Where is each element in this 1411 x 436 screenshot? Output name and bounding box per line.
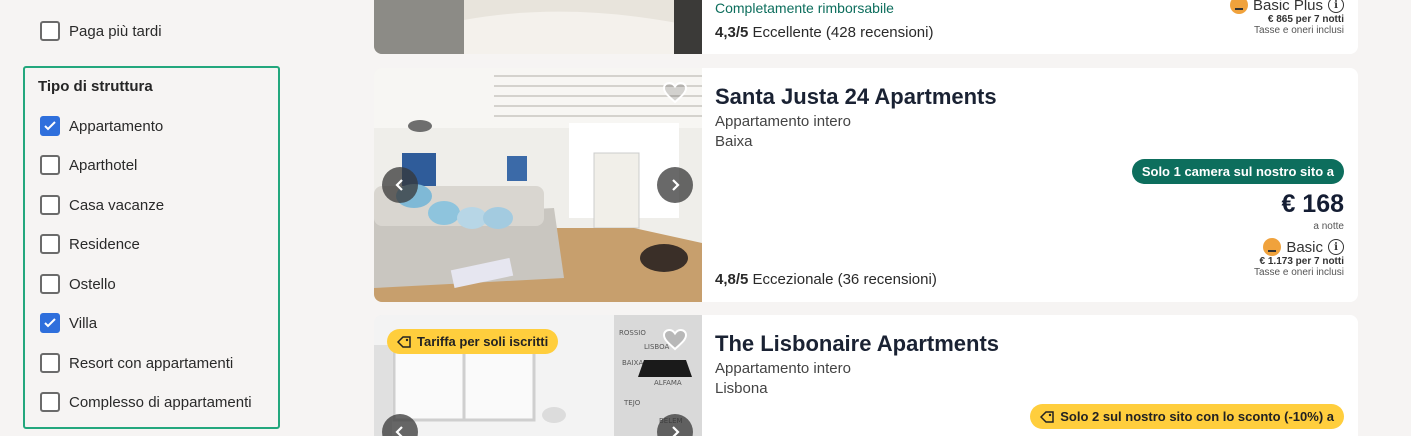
checkbox[interactable] [40, 392, 60, 412]
chevron-left-icon [395, 426, 403, 436]
refund-note: Completamente rimborsabile [715, 0, 894, 16]
plan-label: Basic [1286, 238, 1323, 256]
filter-label: Ostello [69, 275, 116, 293]
filter-label: Aparthotel [69, 156, 138, 174]
filter-label: Villa [69, 314, 98, 332]
filter-resort[interactable]: Resort con appartamenti [40, 352, 233, 374]
hotel-card[interactable]: Santa Justa 24 Apartments Appartamento i… [374, 68, 1358, 302]
taxes-note: Tasse e oneri inclusi [1253, 25, 1344, 36]
hotel-photo[interactable] [374, 68, 702, 302]
members-rate-tag: Tariffa per soli iscritti [387, 329, 559, 354]
filter-pay-later[interactable]: Paga più tardi [40, 20, 162, 42]
discount-badge: Solo 2 sul nostro sito con lo sconto (-1… [1030, 404, 1344, 429]
nightly-price: € 168 [1281, 190, 1344, 218]
filter-villa[interactable]: Villa [40, 312, 97, 334]
discount-badge-label: Solo 2 sul nostro sito con lo sconto (-1… [1060, 409, 1334, 424]
chevron-right-icon [672, 426, 680, 436]
area-name: Baixa [715, 133, 753, 150]
svg-text:ALFAMA: ALFAMA [654, 379, 682, 387]
hotel-card[interactable]: ROSSIOLISBOA BAIXAALFAMA TEJOBELEM Tarif… [374, 315, 1358, 436]
filter-complesso[interactable]: Complesso di appartamenti [40, 391, 252, 413]
plan-icon [1229, 0, 1248, 14]
hotel-name[interactable]: The Lisbonaire Apartments [715, 331, 999, 357]
chevron-left-icon [395, 179, 403, 191]
filter-label: Paga più tardi [69, 22, 162, 40]
availability-badge: Solo 1 camera sul nostro sito a [1131, 159, 1344, 184]
total-price: € 865 per 7 notti [1267, 14, 1344, 25]
rating-text: Eccellente (428 recensioni) [752, 24, 934, 41]
rating: 4,8/5 Eccezionale (36 recensioni) [715, 271, 937, 288]
plan-row[interactable]: Basic i [1254, 238, 1344, 256]
rating-score: 4,8/5 [715, 271, 749, 288]
checkbox[interactable] [40, 313, 60, 333]
svg-text:BAIXA: BAIXA [622, 359, 643, 367]
taxes-note: Tasse e oneri inclusi [1253, 267, 1344, 278]
checkbox[interactable] [40, 155, 60, 175]
filter-group-title: Tipo di struttura [38, 78, 153, 95]
rating-text: Eccezionale (36 recensioni) [752, 271, 937, 288]
filter-label: Residence [69, 235, 140, 253]
tag-icon [1040, 410, 1054, 423]
hotel-photo[interactable] [374, 0, 702, 54]
tag-icon [397, 335, 411, 348]
photo-next-button[interactable] [657, 167, 693, 203]
rating: 4,3/5 Eccellente (428 recensioni) [715, 24, 933, 41]
hotel-name[interactable]: Santa Justa 24 Apartments [715, 84, 997, 110]
filter-aparthotel[interactable]: Aparthotel [40, 154, 137, 176]
filter-label: Resort con appartamenti [69, 354, 234, 372]
checkbox[interactable] [40, 21, 60, 41]
checkbox[interactable] [40, 353, 60, 373]
filter-label: Appartamento [69, 117, 164, 135]
plan-row[interactable]: Basic Plus i [1229, 0, 1344, 14]
filter-label: Casa vacanze [69, 196, 165, 214]
property-type: Appartamento intero [715, 113, 851, 130]
checkbox[interactable] [40, 234, 60, 254]
filter-label: Complesso di appartamenti [69, 393, 252, 411]
hotel-card[interactable]: Completamente rimborsabile 4,3/5 Eccelle… [374, 0, 1358, 54]
chevron-right-icon [672, 179, 680, 191]
checkbox[interactable] [40, 274, 60, 294]
area-name: Lisbona [715, 380, 768, 397]
favorite-heart-icon[interactable] [662, 81, 688, 109]
members-rate-label: Tariffa per soli iscritti [417, 334, 549, 349]
total-price: € 1.173 per 7 notti [1259, 256, 1344, 267]
rating-score: 4,3/5 [715, 24, 749, 41]
filter-appartamento[interactable]: Appartamento [40, 115, 163, 137]
per-night-label: a notte [1313, 221, 1344, 232]
photo-prev-button[interactable] [382, 167, 418, 203]
filter-ostello[interactable]: Ostello [40, 273, 116, 295]
property-type: Appartamento intero [715, 360, 851, 377]
checkbox[interactable] [40, 116, 60, 136]
favorite-heart-icon[interactable] [662, 328, 688, 356]
price-block: € 168 a notte Basic i € 1.173 per 7 nott… [1254, 190, 1344, 278]
checkbox[interactable] [40, 195, 60, 215]
filter-residence[interactable]: Residence [40, 233, 140, 255]
svg-text:TEJO: TEJO [623, 399, 641, 407]
svg-text:ROSSIO: ROSSIO [619, 329, 646, 337]
plan-icon [1263, 238, 1282, 256]
info-icon[interactable]: i [1328, 239, 1344, 255]
info-icon[interactable]: i [1328, 0, 1344, 13]
filter-casa-vacanze[interactable]: Casa vacanze [40, 194, 164, 216]
price-block: Basic Plus i € 865 per 7 notti Tasse e o… [1229, 0, 1344, 36]
hotel-photo[interactable]: ROSSIOLISBOA BAIXAALFAMA TEJOBELEM Tarif… [374, 315, 702, 436]
plan-label: Basic Plus [1252, 0, 1323, 14]
